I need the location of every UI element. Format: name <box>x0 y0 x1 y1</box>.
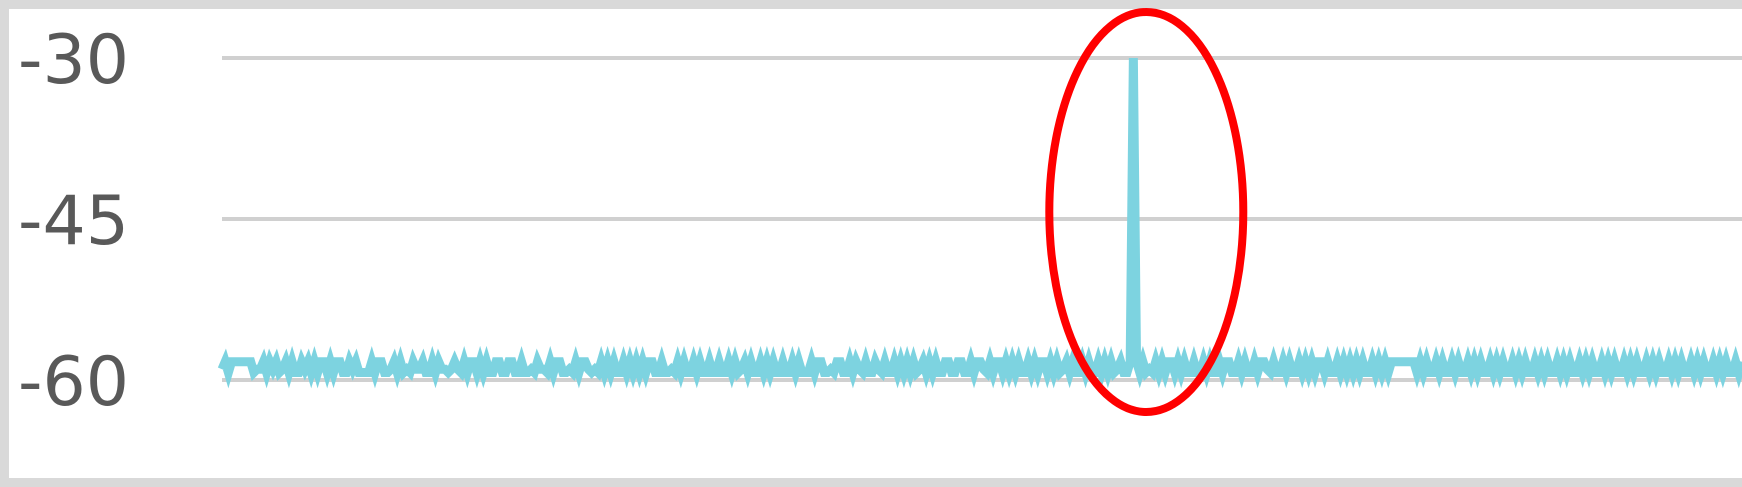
annotation-ellipse <box>1045 8 1248 416</box>
y-axis-tick-labels: -30 -45 -60 <box>18 21 129 422</box>
line-chart: -30 -45 -60 <box>18 8 1742 422</box>
y-tick-label-minus-30: -30 <box>18 21 129 100</box>
y-tick-label-minus-45: -45 <box>18 182 129 261</box>
series-line-0 <box>217 57 1742 389</box>
y-tick-label-minus-60: -60 <box>18 343 129 422</box>
series-layer <box>217 57 1742 389</box>
annotation-layer <box>1045 8 1248 416</box>
gridlines <box>222 56 1742 382</box>
